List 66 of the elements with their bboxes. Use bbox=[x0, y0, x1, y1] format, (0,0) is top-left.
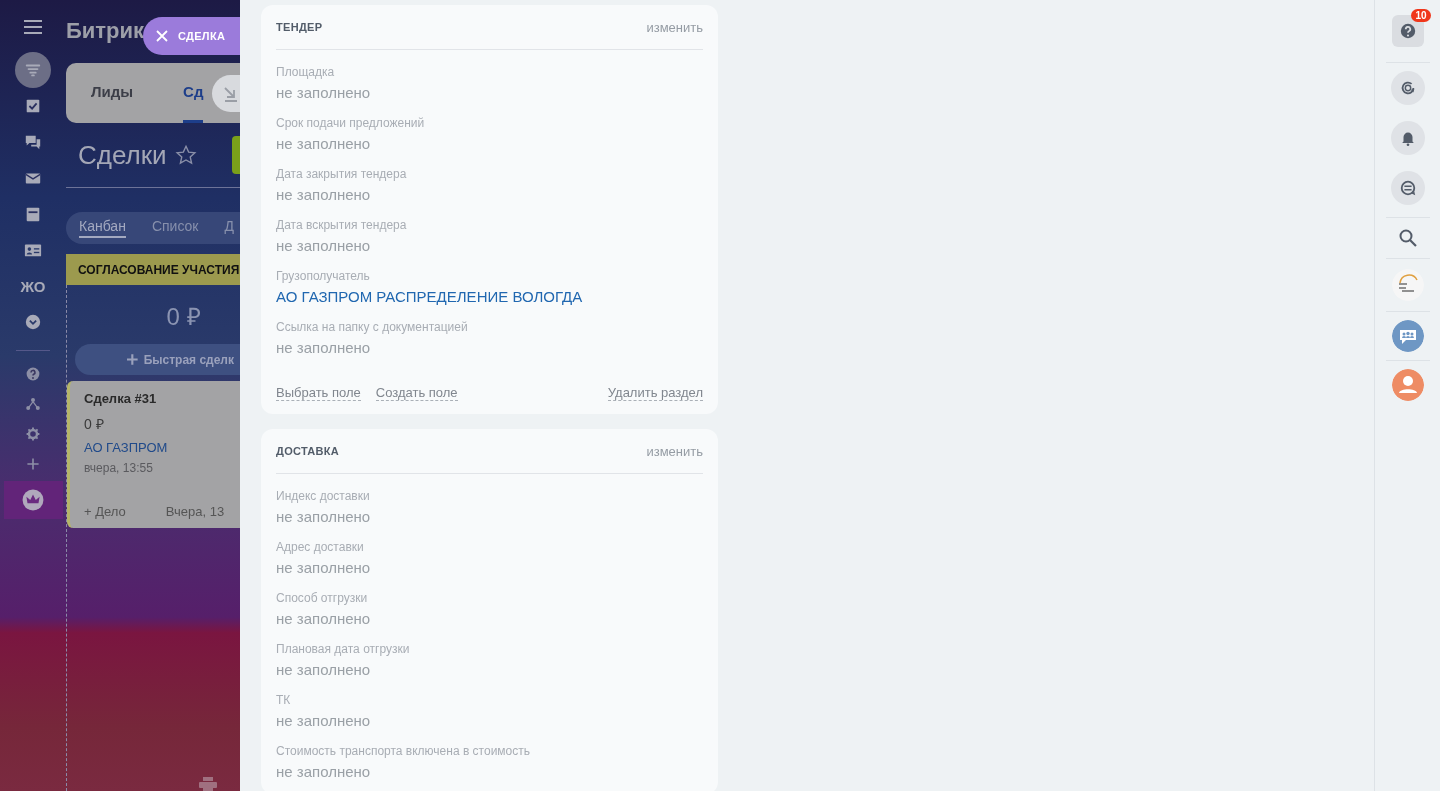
field-value: не заполнено bbox=[276, 134, 372, 154]
field-value: не заполнено bbox=[276, 558, 372, 578]
quick-add-button[interactable]: Быстрая сделк bbox=[75, 344, 240, 375]
edit-link[interactable]: изменить bbox=[646, 19, 703, 35]
field-value: не заполнено bbox=[276, 711, 372, 731]
field-label: Плановая дата отгрузки bbox=[276, 641, 411, 657]
field-value: не заполнено bbox=[276, 660, 372, 680]
deal-title: Сделка #31 bbox=[84, 391, 158, 406]
crown-icon[interactable] bbox=[3, 481, 63, 519]
field-value: не заполнено bbox=[276, 507, 372, 527]
field-label: Стоимость транспорта включена в стоимость bbox=[276, 743, 531, 759]
refresh-button[interactable] bbox=[1390, 71, 1425, 105]
close-icon bbox=[156, 30, 168, 42]
deal-amount: 0 ₽ bbox=[84, 415, 105, 433]
plus-icon bbox=[127, 354, 138, 365]
column-sum: 0 ₽ bbox=[165, 302, 202, 332]
arrow-icon bbox=[222, 84, 240, 103]
field-label: Индекс доставки bbox=[276, 488, 371, 504]
add-activity-link[interactable]: + Дело bbox=[84, 504, 126, 519]
deal-date: вчера, 13:55 bbox=[84, 461, 154, 475]
field-label: ТК bbox=[276, 692, 292, 708]
field-value: не заполнено bbox=[276, 83, 372, 103]
field-label: Ссылка на папку с документацией bbox=[276, 319, 469, 335]
funnel-icon[interactable] bbox=[15, 52, 51, 88]
deal-card[interactable]: Сделка #31 0 ₽ АО ГАЗПРОМ вчера, 13:55 + Дело Вчера, 13 bbox=[67, 381, 240, 528]
action-link[interactable]: Выбрать поле bbox=[276, 385, 361, 401]
section-title: ТЕНДЕР bbox=[276, 21, 323, 33]
field-link[interactable]: АО ГАЗПРОМ РАСПРЕДЕЛЕНИЕ ВОЛОГДА bbox=[276, 286, 703, 308]
tab[interactable]: Сд bbox=[183, 63, 204, 123]
tab[interactable]: Лиды bbox=[91, 63, 134, 123]
field-value: не заполнено bbox=[276, 609, 372, 629]
logo-text: Битрик bbox=[66, 18, 145, 45]
chat-icon bbox=[1398, 179, 1417, 197]
field-value: не заполнено bbox=[276, 762, 372, 782]
help-icon bbox=[1398, 22, 1417, 40]
action-link[interactable]: Создать поле bbox=[375, 385, 458, 401]
view-tab[interactable]: Список bbox=[151, 218, 199, 238]
field-label: Дата вскрытия тендера bbox=[276, 217, 408, 233]
group-chat-icon[interactable] bbox=[1391, 320, 1424, 352]
edit-link[interactable]: изменить bbox=[646, 443, 703, 459]
company-link[interactable]: АО ГАЗПРОМ bbox=[84, 440, 240, 455]
view-tab[interactable]: Канбан bbox=[79, 218, 126, 238]
notification-badge: 10 bbox=[1411, 9, 1431, 22]
view-tab[interactable]: Д bbox=[224, 218, 234, 238]
star-icon[interactable] bbox=[174, 144, 197, 166]
app-logo-icon[interactable] bbox=[1391, 269, 1424, 301]
field-value: не заполнено bbox=[276, 185, 372, 205]
field-label: Адрес доставки bbox=[276, 539, 365, 555]
chat-button[interactable] bbox=[1390, 171, 1425, 205]
column-header: СОГЛАСОВАНИЕ УЧАСТИЯ bbox=[66, 254, 240, 285]
activity-date: Вчера, 13 bbox=[165, 504, 225, 519]
field-label: Площадка bbox=[276, 64, 336, 80]
menu-icon[interactable] bbox=[24, 20, 42, 34]
section-title: ДОСТАВКА bbox=[276, 445, 340, 457]
field-value: не заполнено bbox=[276, 338, 372, 358]
search-icon[interactable] bbox=[1397, 228, 1418, 248]
sidebar-item[interactable]: ЖО bbox=[20, 268, 46, 304]
field-label: Способ отгрузки bbox=[276, 590, 369, 606]
bell-button[interactable] bbox=[1390, 121, 1425, 155]
delete-link[interactable]: Удалить раздел bbox=[607, 385, 703, 401]
close-button[interactable]: СДЕЛКА bbox=[143, 17, 240, 55]
field-label: Грузополучатель bbox=[276, 268, 371, 284]
field-value: не заполнено bbox=[276, 236, 372, 256]
page-title: Сделки bbox=[78, 139, 167, 171]
field-label: Срок подачи предложений bbox=[276, 115, 426, 131]
field-label: Дата закрытия тендера bbox=[276, 166, 408, 182]
